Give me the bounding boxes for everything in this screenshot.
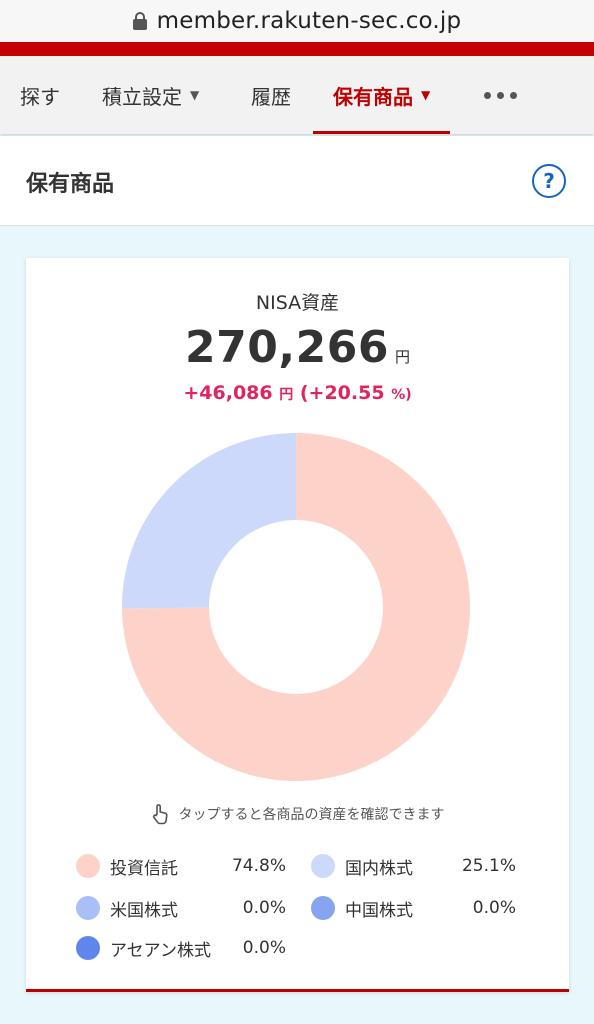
caret-down-icon: ▼ — [421, 88, 431, 102]
legend-item-china-stocks[interactable]: 中国株式 0.0% — [311, 894, 516, 922]
legend-name: 投資信託 — [110, 858, 178, 879]
gain-pct: (+20.55 — [299, 382, 385, 404]
asset-label: NISA資産 — [255, 292, 340, 314]
legend-pct: 74.8% — [231, 856, 286, 876]
legend-swatch — [76, 936, 100, 960]
legend-item-us-stocks[interactable]: 米国株式 0.0% — [76, 894, 286, 922]
tab-history[interactable]: 履歴 — [251, 56, 291, 134]
asset-amount-value: 270,266 — [185, 322, 389, 373]
legend-name: 米国株式 — [110, 900, 178, 921]
tap-hint-text: タップすると各商品の資産を確認できます — [178, 807, 445, 823]
allocation-donut-chart[interactable] — [121, 432, 471, 782]
asset-amount-unit: 円 — [394, 348, 410, 366]
legend-swatch — [76, 896, 100, 920]
gain-value: +46,086 — [183, 382, 273, 404]
legend-name: 中国株式 — [345, 900, 413, 921]
asset-amount: 270,266 円 — [26, 322, 569, 373]
legend-swatch — [311, 854, 335, 878]
tap-hand-icon — [152, 804, 168, 825]
legend-swatch — [76, 854, 100, 878]
legend-item-investment-trust[interactable]: 投資信託 74.8% — [76, 852, 286, 880]
legend-pct: 0.0% — [242, 938, 286, 958]
more-menu-icon[interactable] — [484, 92, 517, 99]
nav-tabs: 探す 積立設定 ▼ 履歴 保有商品 ▼ — [0, 56, 594, 134]
tab-holdings[interactable]: 保有商品 ▼ — [313, 56, 451, 134]
legend-item-domestic-stocks[interactable]: 国内株式 25.1% — [311, 852, 516, 880]
legend-name: アセアン株式 — [110, 940, 211, 961]
section-header: 保有商品 — [0, 136, 594, 226]
active-tab-indicator — [313, 131, 451, 134]
gain-unit: 円 — [279, 387, 294, 403]
help-icon[interactable]: ? — [532, 164, 566, 198]
tab-tsumitate-label: 積立設定 — [102, 84, 182, 109]
gain-pct-close: %) — [391, 387, 412, 403]
brand-bar — [0, 42, 594, 56]
legend-item-asean-stocks[interactable]: アセアン株式 0.0% — [76, 934, 286, 962]
asset-gain: +46,086 円 (+20.55 %) — [26, 382, 569, 404]
legend-name: 国内株式 — [345, 858, 413, 879]
tab-search-label: 探す — [20, 84, 60, 109]
address-bar[interactable]: member.rakuten-sec.co.jp — [0, 0, 594, 42]
page-title: 保有商品 — [26, 172, 115, 197]
tab-tsumitate-settings[interactable]: 積立設定 ▼ — [102, 56, 199, 134]
tab-holdings-label: 保有商品 — [333, 84, 413, 109]
legend-pct: 25.1% — [461, 856, 516, 876]
tab-history-label: 履歴 — [251, 84, 291, 109]
url-text: member.rakuten-sec.co.jp — [156, 8, 462, 34]
lock-icon — [132, 12, 147, 30]
caret-down-icon: ▼ — [190, 88, 200, 102]
nisa-asset-card: NISA資産 270,266 円 +46,086 円 (+20.55 %) タップ… — [26, 258, 569, 992]
legend-pct: 0.0% — [472, 898, 516, 918]
legend-swatch — [311, 896, 335, 920]
tab-search[interactable]: 探す — [20, 56, 60, 134]
legend-pct: 0.0% — [242, 898, 286, 918]
donut-slice-1[interactable] — [122, 433, 296, 609]
tap-hint: タップすると各商品の資産を確認できます — [26, 803, 569, 825]
